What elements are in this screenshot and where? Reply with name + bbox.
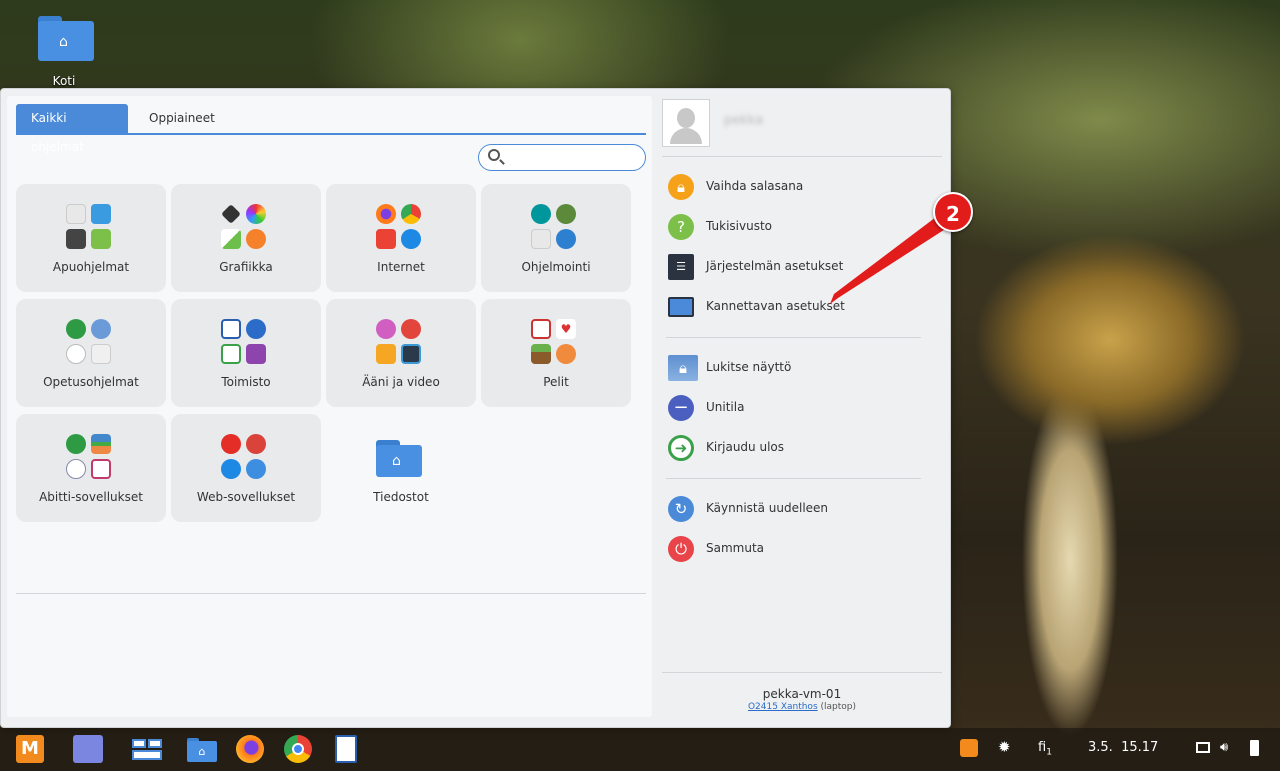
category-label: Opetusohjelmat	[43, 375, 139, 389]
web-apps-icon	[221, 434, 271, 484]
category-internet[interactable]: Internet	[326, 184, 476, 292]
category-label: Tiedostot	[373, 490, 429, 504]
file-manager-icon[interactable]: ⌂	[187, 735, 217, 763]
divider	[666, 478, 921, 479]
category-label: Ääni ja video	[362, 375, 440, 389]
divider	[666, 337, 921, 338]
shutdown-label: Sammuta	[706, 541, 765, 555]
lock-screen-item[interactable]: 🔒︎ Lukitse näyttö	[666, 353, 936, 383]
volume-icon[interactable]: 🔊︎	[1220, 740, 1228, 755]
user-avatar[interactable]	[662, 99, 710, 147]
tab-subjects[interactable]: Oppiaineet	[134, 104, 230, 133]
office-icon	[221, 319, 271, 369]
menu-tabs: Kaikki ohjelmat Oppiaineet	[16, 104, 646, 154]
writer-icon[interactable]	[335, 735, 357, 763]
user-name: pekka	[724, 113, 764, 128]
search-icon	[488, 149, 500, 161]
tray-app-icon[interactable]	[960, 739, 978, 757]
display-icon[interactable]	[1196, 742, 1210, 753]
category-label: Pelit	[543, 375, 569, 389]
help-icon: ?	[668, 214, 694, 240]
divider	[662, 672, 942, 673]
log-out-item[interactable]: ➜ Kirjaudu ulos	[666, 433, 936, 463]
suspend-item[interactable]: − Unitila	[666, 393, 936, 423]
category-pelit[interactable]: ♥ Pelit	[481, 299, 631, 407]
settings-gear-icon[interactable]: ✹	[998, 738, 1011, 756]
desktop-home-label: Koti	[52, 74, 76, 88]
category-label: Internet	[377, 260, 425, 274]
support-site-label: Tukisivusto	[706, 219, 772, 233]
settings-sliders-icon: ☰	[668, 254, 694, 280]
shutdown-item[interactable]: ⏻ Sammuta	[666, 534, 936, 564]
accessories-icon	[66, 204, 116, 254]
window-switcher-icon[interactable]	[132, 735, 162, 763]
category-apuohjelmat[interactable]: Apuohjelmat	[16, 184, 166, 292]
programming-icon	[531, 204, 581, 254]
tab-all-programs[interactable]: Kaikki ohjelmat	[16, 104, 128, 154]
machine-info: O2415 Xanthos (laptop)	[662, 702, 942, 712]
search-box[interactable]	[478, 144, 646, 171]
audio-video-icon	[376, 319, 426, 369]
category-aani-ja-video[interactable]: Ääni ja video	[326, 299, 476, 407]
graphics-icon	[221, 204, 271, 254]
machine-link[interactable]: O2415 Xanthos	[748, 702, 818, 712]
category-grafiikka[interactable]: Grafiikka	[171, 184, 321, 292]
games-icon: ♥	[531, 319, 581, 369]
internet-icon	[376, 204, 426, 254]
applications-pane: Kaikki ohjelmat Oppiaineet Apuohjelmat G…	[7, 96, 652, 717]
abitti-apps-icon	[66, 434, 116, 484]
annotation-badge: 2	[933, 192, 973, 232]
log-out-label: Kirjaudu ulos	[706, 440, 784, 454]
category-label: Apuohjelmat	[52, 260, 130, 274]
workspace-icon[interactable]	[73, 735, 103, 763]
divider	[16, 593, 646, 594]
laptop-icon	[668, 297, 694, 317]
firefox-icon[interactable]	[236, 735, 264, 763]
suspend-icon: −	[668, 395, 694, 421]
category-label: Toimisto	[221, 375, 271, 389]
category-web-sovellukset[interactable]: Web-sovellukset	[171, 414, 321, 522]
divider	[662, 156, 942, 157]
application-menu: Kaikki ohjelmat Oppiaineet Apuohjelmat G…	[0, 88, 951, 728]
category-label: Ohjelmointi	[521, 260, 591, 274]
change-password-item[interactable]: 🔒︎ Vaihda salasana	[666, 172, 936, 202]
category-opetusohjelmat[interactable]: Opetusohjelmat	[16, 299, 166, 407]
suspend-label: Unitila	[706, 400, 745, 414]
category-abitti-sovellukset[interactable]: Abitti-sovellukset	[16, 414, 166, 522]
files-folder-icon: ⌂	[372, 436, 432, 486]
restart-item[interactable]: ↻ Käynnistä uudelleen	[666, 494, 936, 524]
education-icon	[66, 319, 116, 369]
chrome-icon[interactable]	[284, 735, 312, 763]
desktop-home-icon[interactable]: ⌂ Koti	[30, 12, 98, 88]
hostname: pekka-vm-01	[762, 687, 842, 701]
category-toimisto[interactable]: Toimisto	[171, 299, 321, 407]
clock[interactable]: 3.5. 15.17	[1088, 740, 1158, 755]
change-password-label: Vaihda salasana	[706, 179, 804, 193]
category-label: Grafiikka	[219, 260, 273, 274]
lock-screen-icon: 🔒︎	[668, 355, 698, 381]
category-tiedostot[interactable]: ⌂ Tiedostot	[326, 414, 476, 522]
lock-screen-label: Lukitse näyttö	[706, 360, 792, 374]
log-out-icon: ➜	[668, 435, 694, 461]
restart-label: Käynnistä uudelleen	[706, 501, 829, 515]
category-label: Web-sovellukset	[196, 490, 296, 504]
taskbar: M ⌂ ✹ fi1 3.5. 15.17 🔊︎	[0, 728, 1280, 771]
keyboard-layout-indicator[interactable]: fi1	[1038, 740, 1052, 758]
category-label: Abitti-sovellukset	[39, 490, 143, 504]
category-ohjelmointi[interactable]: Ohjelmointi	[481, 184, 631, 292]
menu-launcher-icon[interactable]: M	[16, 735, 44, 763]
battery-icon[interactable]	[1250, 740, 1259, 756]
home-folder-icon: ⌂	[34, 12, 94, 62]
lock-icon: 🔒︎	[668, 174, 694, 200]
power-icon: ⏻	[668, 536, 694, 562]
search-input[interactable]	[507, 149, 637, 167]
machine-type: (laptop)	[820, 702, 857, 712]
restart-icon: ↻	[668, 496, 694, 522]
